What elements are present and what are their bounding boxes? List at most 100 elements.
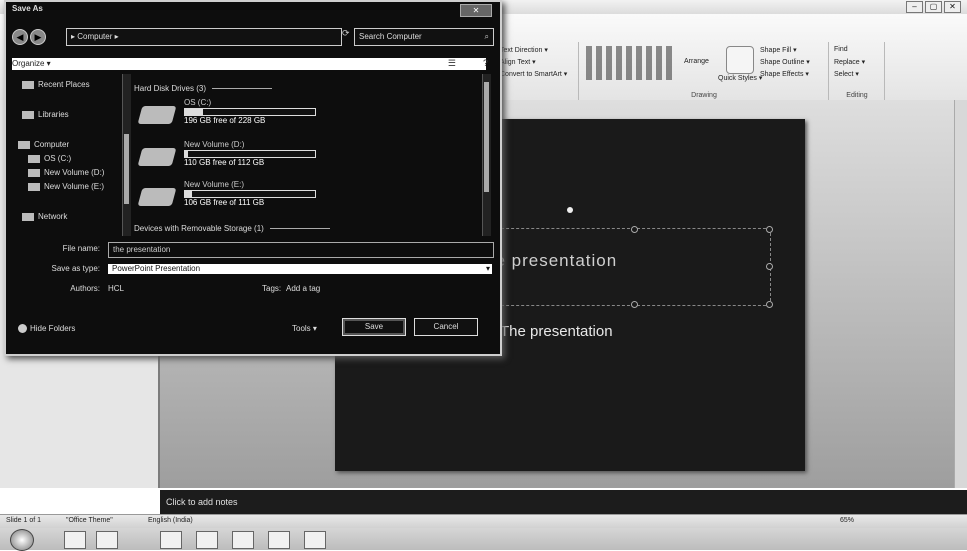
slide-subtitle-text[interactable]: The presentation	[500, 323, 613, 340]
nav-recent-places[interactable]: Recent Places	[22, 80, 90, 89]
removable-group-header[interactable]: Devices with Removable Storage (1)	[134, 224, 330, 233]
hard-drive-icon	[137, 148, 177, 166]
file-list: Hard Disk Drives (3) OS (C:) 196 GB free…	[134, 78, 480, 236]
taskbar-powerpoint-icon[interactable]	[304, 531, 326, 549]
slide-title-text[interactable]: he presentation	[485, 251, 685, 271]
shape-fill-button[interactable]: Shape Fill ▾	[760, 46, 797, 54]
nav-computer[interactable]: Computer	[18, 140, 69, 149]
search-input[interactable]: Search Computer ⌕	[354, 28, 494, 46]
convert-smartart-button[interactable]: Convert to SmartArt ▾	[500, 70, 567, 78]
notes-pane[interactable]: Click to add notes	[160, 490, 967, 514]
help-icon[interactable]: ?	[483, 58, 488, 68]
scroll-thumb[interactable]	[484, 82, 489, 192]
hard-drive-icon	[137, 188, 177, 206]
shape-outline-button[interactable]: Shape Outline ▾	[760, 58, 810, 66]
drive-usage-bar	[184, 150, 316, 158]
drive-item[interactable]: New Volume (E:) 106 GB free of 111 GB	[137, 180, 440, 220]
quick-styles-icon[interactable]	[726, 46, 754, 74]
hard-drive-icon	[137, 106, 177, 124]
dialog-close-button[interactable]: ✕	[460, 4, 492, 17]
taskbar-app-icon[interactable]	[64, 531, 86, 549]
zoom-level[interactable]: 65%	[840, 517, 854, 524]
rotate-handle[interactable]	[567, 207, 573, 213]
file-name-label: File name:	[62, 244, 100, 253]
language-indicator[interactable]: English (India)	[148, 517, 193, 524]
minimize-button[interactable]: –	[906, 1, 923, 13]
resize-handle[interactable]	[766, 263, 773, 270]
start-button[interactable]	[10, 529, 34, 551]
ribbon-group-editing: Find Replace ▾ Select ▾ Editing	[830, 42, 885, 100]
shape-effects-button[interactable]: Shape Effects ▾	[760, 70, 809, 78]
drive-item[interactable]: New Volume (D:) 110 GB free of 112 GB	[137, 140, 440, 180]
drive-icon	[28, 154, 40, 163]
taskbar-app-icon[interactable]	[196, 531, 218, 549]
notes-placeholder: Click to add notes	[166, 497, 238, 507]
replace-button[interactable]: Replace ▾	[834, 58, 865, 66]
organize-button[interactable]: Organize ▾	[12, 59, 51, 68]
folder-nav-pane: Recent Places Libraries Computer OS (C:)…	[12, 74, 124, 236]
nav-drive-e[interactable]: New Volume (E:)	[28, 182, 104, 191]
nav-drive-c[interactable]: OS (C:)	[28, 154, 71, 163]
text-direction-button[interactable]: Text Direction ▾	[500, 46, 548, 54]
address-bar[interactable]: ▸ Computer ▸	[66, 28, 342, 46]
slide-count: Slide 1 of 1	[6, 517, 42, 524]
hide-folders-button[interactable]: Hide Folders	[18, 324, 75, 334]
nav-drive-d[interactable]: New Volume (D:)	[28, 168, 104, 177]
library-icon	[22, 110, 34, 119]
resize-handle[interactable]	[631, 226, 638, 233]
view-options-icon[interactable]: ☰	[448, 58, 456, 69]
dialog-title: Save As	[12, 4, 43, 13]
drive-icon	[28, 168, 40, 177]
ribbon-group-drawing: Arrange Quick Styles ▾ Shape Fill ▾ Shap…	[580, 42, 829, 100]
arrange-button[interactable]: Arrange	[684, 58, 709, 65]
dialog-toolbar	[12, 58, 486, 70]
search-placeholder: Search Computer	[359, 32, 422, 41]
tools-button[interactable]: Tools ▾	[292, 324, 317, 333]
chevron-down-icon: ▾	[485, 264, 490, 273]
quick-styles-button[interactable]: Quick Styles ▾	[718, 74, 762, 82]
file-name-field[interactable]: the presentation	[108, 242, 494, 258]
vertical-scrollbar[interactable]	[954, 100, 967, 488]
save-type-select[interactable]: PowerPoint Presentation ▾	[108, 264, 492, 274]
refresh-icon[interactable]: ⟳	[342, 28, 354, 44]
theme-name: "Office Theme"	[66, 517, 113, 524]
nav-libraries[interactable]: Libraries	[22, 110, 69, 119]
file-list-scrollbar[interactable]	[482, 74, 491, 236]
taskbar-app-icon[interactable]	[96, 531, 118, 549]
editing-group-label: Editing	[846, 92, 868, 99]
tags-field[interactable]: Add a tag	[286, 284, 320, 293]
scroll-thumb[interactable]	[124, 134, 129, 204]
find-button[interactable]: Find	[834, 46, 848, 53]
resize-handle[interactable]	[766, 226, 773, 233]
search-icon[interactable]: ⌕	[485, 29, 489, 45]
resize-handle[interactable]	[766, 301, 773, 308]
ribbon-group-paragraph: Text Direction ▾ Align Text ▾ Convert to…	[496, 42, 579, 100]
align-text-button[interactable]: Align Text ▾	[500, 58, 536, 66]
status-bar: Slide 1 of 1 "Office Theme" English (Ind…	[0, 514, 967, 529]
back-arrow-icon[interactable]: ◀	[12, 29, 28, 45]
network-icon	[22, 212, 34, 221]
save-as-dialog: Save As ✕ ◀ ▶ ▸ Computer ▸ ⟳ Search Comp…	[4, 0, 502, 356]
folder-icon	[22, 80, 34, 89]
computer-icon	[18, 140, 30, 149]
forward-arrow-icon[interactable]: ▶	[30, 29, 46, 45]
taskbar	[0, 528, 967, 551]
save-button[interactable]: Save	[342, 318, 406, 336]
taskbar-app-icon[interactable]	[268, 531, 290, 549]
resize-handle[interactable]	[631, 301, 638, 308]
nav-pane-scrollbar[interactable]	[122, 74, 131, 236]
authors-field[interactable]: HCL	[108, 284, 124, 293]
hard-disk-group-header[interactable]: Hard Disk Drives (3)	[134, 84, 272, 93]
shapes-gallery[interactable]	[586, 46, 676, 80]
select-button[interactable]: Select ▾	[834, 70, 859, 78]
close-window-button[interactable]: ✕	[944, 1, 961, 13]
authors-label: Authors:	[70, 284, 100, 293]
tags-label: Tags:	[262, 284, 282, 293]
nav-network[interactable]: Network	[22, 212, 67, 221]
taskbar-app-icon[interactable]	[232, 531, 254, 549]
drive-item[interactable]: OS (C:) 196 GB free of 228 GB	[137, 98, 440, 138]
maximize-button[interactable]: ▢	[925, 1, 942, 13]
drive-usage-bar	[184, 108, 316, 116]
cancel-button[interactable]: Cancel	[414, 318, 478, 336]
taskbar-app-icon[interactable]	[160, 531, 182, 549]
